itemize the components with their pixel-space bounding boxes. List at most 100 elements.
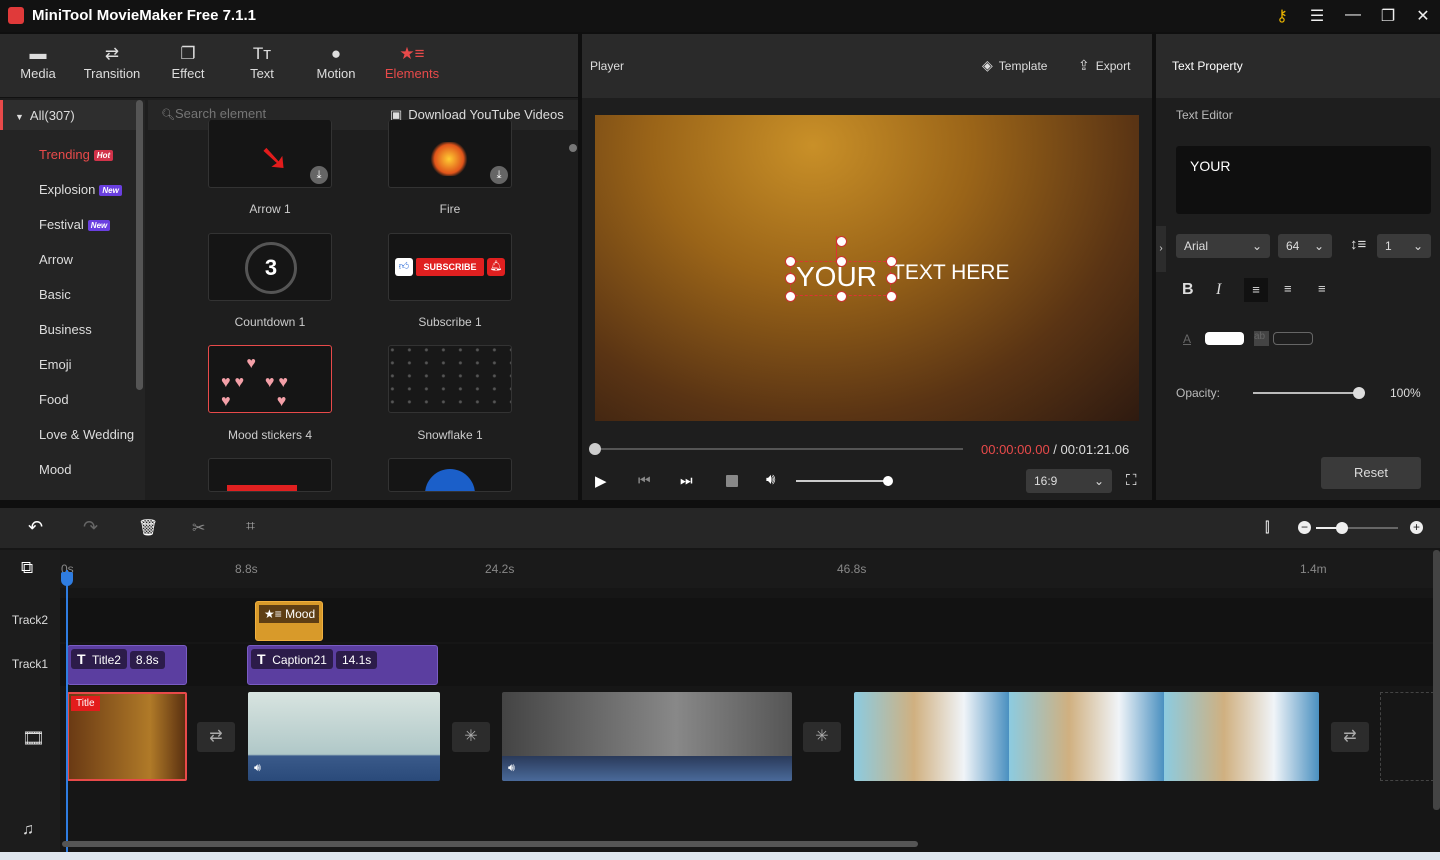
element-arrow-1[interactable]: ➘ ⤓ [208,120,332,188]
transition-slot[interactable]: ✳ [452,722,490,752]
crop-icon[interactable]: ⌗ [246,518,255,536]
playback-progress-track[interactable] [595,448,963,450]
element-mood-stickers-4[interactable]: ♥ ♥♥ ♥♥ ♥ ♥ [208,345,332,413]
template-button[interactable]: ◈ Template [982,57,1047,74]
time-ruler[interactable] [60,550,1434,588]
resize-handle[interactable] [886,291,897,302]
category-business[interactable]: Business [39,322,92,337]
resize-handle[interactable] [886,273,897,284]
download-icon[interactable]: ⤓ [490,166,508,184]
category-emoji[interactable]: Emoji [39,357,72,372]
category-arrow[interactable]: Arrow [39,252,73,267]
opacity-slider[interactable] [1253,392,1358,394]
timeline-vertical-scrollbar[interactable] [1433,550,1440,810]
overlay-text-your[interactable]: YOUR [796,261,877,293]
key-icon[interactable]: ⚷ [1270,6,1294,26]
resize-handle[interactable] [836,256,847,267]
undo-icon[interactable]: ↶ [28,517,43,538]
transition-slot[interactable]: ✳ [803,722,841,752]
category-basic[interactable]: Basic [39,287,71,302]
reset-button[interactable]: Reset [1321,457,1421,489]
category-all[interactable]: ▼ All(307) [0,100,138,130]
resize-handle[interactable] [886,256,897,267]
font-size-dropdown[interactable]: 64 ⌄ [1278,234,1332,258]
aspect-ratio-dropdown[interactable]: 16:9 ⌄ [1026,469,1112,493]
scissors-icon[interactable]: ✂ [192,518,205,538]
element-countdown-1[interactable]: 3 [208,233,332,301]
add-track-icon[interactable]: ⧉ [21,558,33,578]
fit-timeline-icon[interactable]: ⫿ [1265,519,1269,536]
playhead-handle[interactable] [61,572,73,586]
transition-slot[interactable]: ⇄ [1331,722,1369,752]
playback-progress-handle[interactable] [589,443,601,455]
element-snowflake-1[interactable] [388,345,512,413]
search-input[interactable] [175,106,355,121]
align-left-button[interactable]: ≡ [1244,278,1268,302]
volume-icon[interactable]: 🔊︎ [766,471,775,488]
element-fire[interactable]: ⤓ [388,120,512,188]
video-clip-title[interactable]: Title [67,692,187,781]
resize-handle[interactable] [836,291,847,302]
italic-button[interactable]: I [1216,281,1221,299]
volume-slider[interactable] [796,480,888,482]
collapse-panel-button[interactable]: › [1156,226,1166,272]
category-festival[interactable]: Festival New [39,217,111,232]
category-mood[interactable]: Mood [39,462,72,477]
tab-effect[interactable]: ❐ Effect [153,44,223,81]
category-trending[interactable]: Trending Hot [39,147,114,162]
library-scrollbar[interactable] [569,144,577,152]
fullscreen-icon[interactable]: ⛶ [1126,472,1137,489]
tab-transition[interactable]: ⇄ Transition [77,44,147,81]
overlay-text-here[interactable]: TEXT HERE [892,261,1009,285]
bold-button[interactable]: B [1182,281,1194,299]
minimize-button[interactable]: — [1341,6,1365,24]
video-clip-meeting-chalkboard[interactable]: 🔊︎ [502,692,792,781]
text-clip-caption21[interactable]: T Caption21 14.1s [247,645,438,685]
element-subscribe-1[interactable]: 👍︎ SUBSCRIBE 🔔︎ [388,233,512,301]
tab-elements[interactable]: ★≡ Elements [377,44,447,81]
element-facebook[interactable] [388,458,512,492]
stop-button[interactable] [726,475,738,487]
volume-handle[interactable] [883,476,893,486]
video-clip-meeting-cartoon[interactable]: 🔊︎ [248,692,440,781]
redo-icon[interactable]: ↷ [83,517,98,538]
menu-icon[interactable]: ☰ [1305,6,1329,26]
close-button[interactable]: ✕ [1411,6,1435,26]
resize-handle[interactable] [785,273,796,284]
previous-frame-button[interactable]: ⏮ [638,472,651,489]
element-clip[interactable]: ★≡ Mood s [255,601,323,641]
zoom-in-icon[interactable]: + [1410,521,1423,534]
category-explosion[interactable]: Explosion New [39,182,122,197]
tab-text[interactable]: Tт Text [227,44,297,81]
category-love-wedding[interactable]: Love & Wedding [39,427,134,442]
opacity-handle[interactable] [1353,387,1365,399]
element-subscribed[interactable] [208,458,332,492]
play-button[interactable]: ▶ [595,472,607,490]
resize-handle[interactable] [785,291,796,302]
font-dropdown[interactable]: Arial ⌄ [1176,234,1270,258]
resize-handle[interactable] [785,256,796,267]
sidebar-scrollbar[interactable] [136,100,143,390]
text-color-swatch[interactable] [1205,332,1244,345]
align-center-button[interactable]: ≡ [1284,281,1292,296]
tab-motion[interactable]: ● Motion [301,44,371,81]
zoom-handle[interactable] [1336,522,1348,534]
transition-slot[interactable]: ⇄ [197,722,235,752]
timeline-horizontal-scrollbar[interactable] [62,841,918,847]
text-editor-input[interactable]: YOUR [1176,146,1431,214]
background-color-swatch[interactable] [1273,332,1313,345]
video-clip-isometric-office[interactable] [854,692,1319,781]
next-frame-button[interactable]: ⏭ [680,472,693,489]
line-spacing-dropdown[interactable]: 1 ⌄ [1377,234,1431,258]
download-icon[interactable]: ⤓ [310,166,328,184]
empty-clip-slot[interactable] [1380,692,1434,781]
maximize-button[interactable]: ❐ [1376,6,1400,26]
playhead-line[interactable] [66,570,68,860]
zoom-out-icon[interactable]: − [1298,521,1311,534]
align-right-button[interactable]: ≡ [1318,281,1326,296]
text-clip-title2[interactable]: T Title2 8.8s [67,645,187,685]
category-food[interactable]: Food [39,392,69,407]
rotate-handle[interactable] [836,236,847,247]
delete-icon[interactable]: 🗑︎ [138,518,158,538]
tab-media[interactable]: ▬ Media [3,44,73,81]
